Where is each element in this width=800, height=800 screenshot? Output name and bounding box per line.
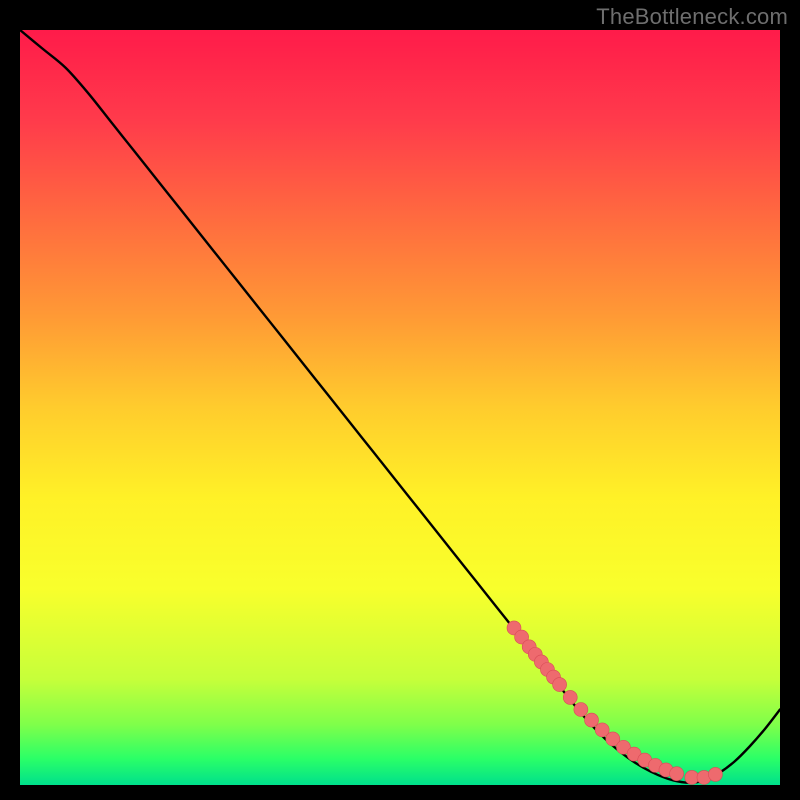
chart-container: TheBottleneck.com	[0, 0, 800, 800]
marker-point	[708, 767, 722, 781]
marker-point	[553, 678, 567, 692]
marker-point	[563, 690, 577, 704]
chart-svg	[20, 30, 780, 785]
marker-point	[574, 703, 588, 717]
marker-point	[670, 767, 684, 781]
gradient-background	[20, 30, 780, 785]
plot-area	[20, 30, 780, 785]
watermark-text: TheBottleneck.com	[596, 4, 788, 30]
marker-point	[585, 713, 599, 727]
